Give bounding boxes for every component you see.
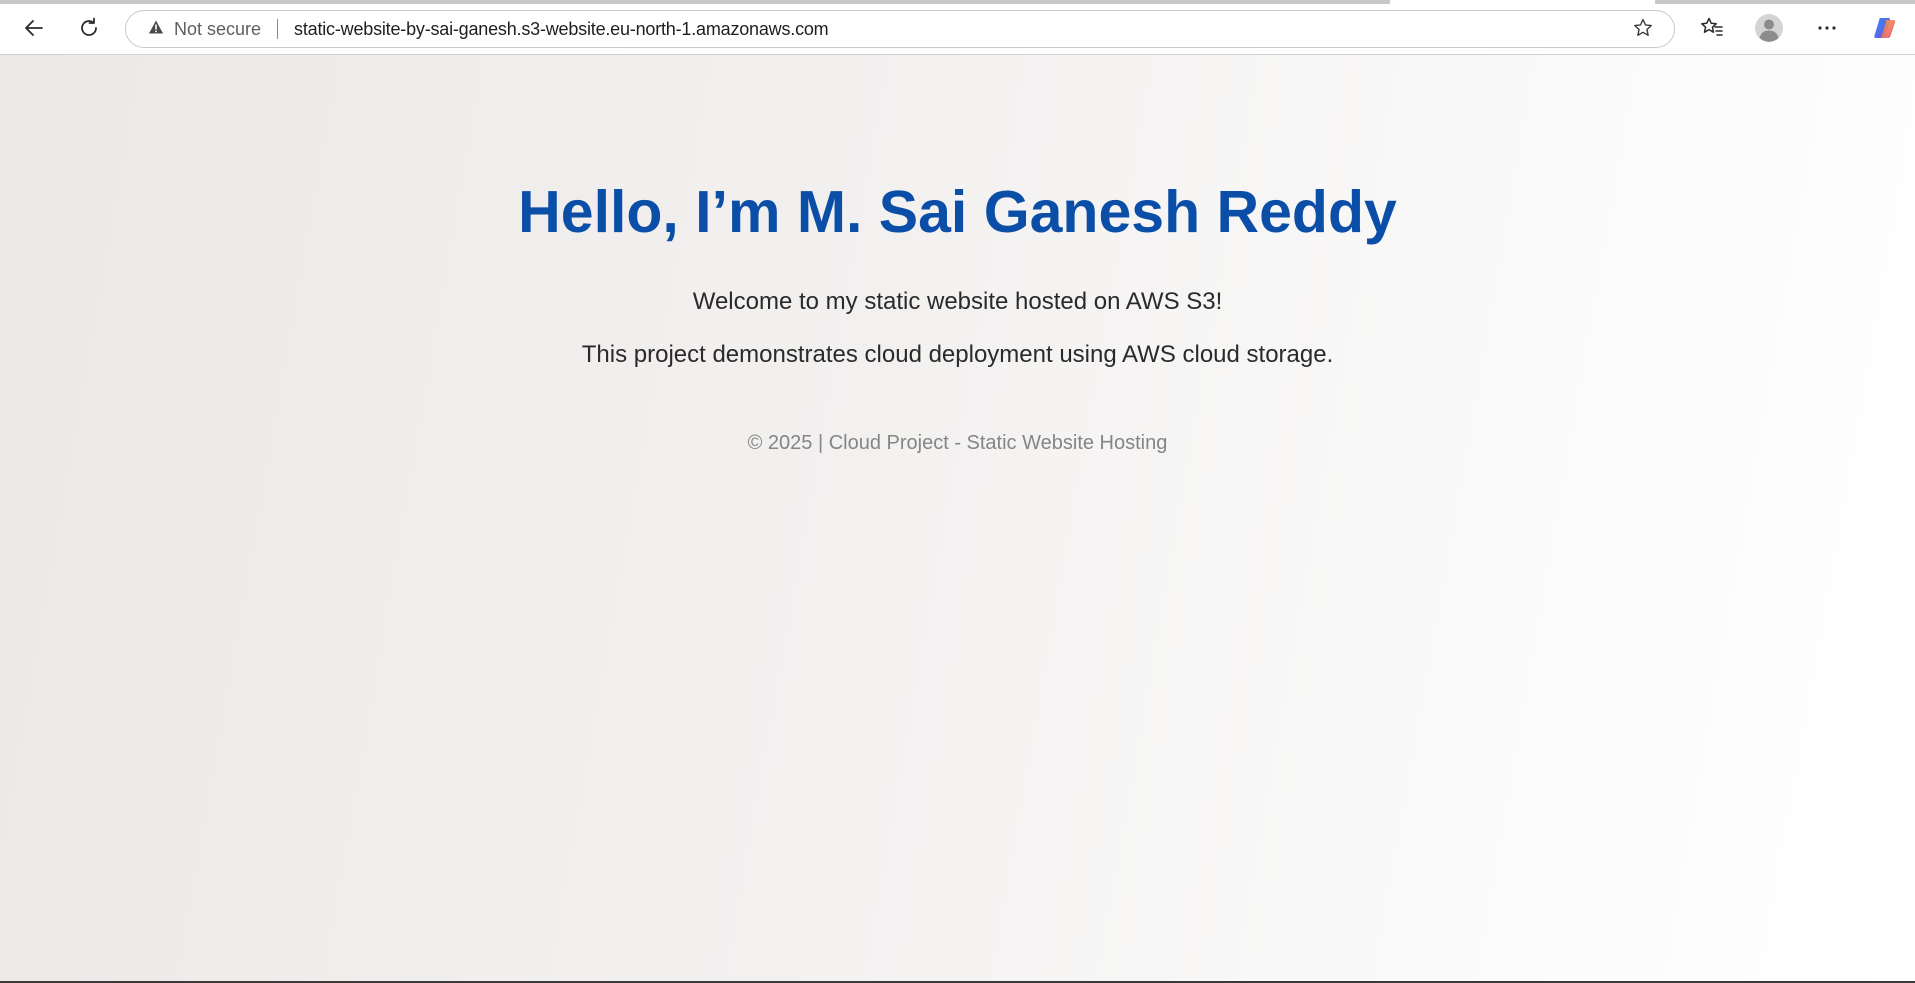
- back-arrow-icon: [22, 16, 46, 40]
- browser-toolbar: Not secure static-website-by-sai-ganesh.…: [0, 0, 1915, 55]
- copilot-icon: [1871, 14, 1899, 42]
- url-text[interactable]: static-website-by-sai-ganesh.s3-website.…: [294, 19, 829, 40]
- address-bar[interactable]: Not secure static-website-by-sai-ganesh.…: [125, 10, 1675, 48]
- address-divider: [277, 19, 279, 39]
- profile-avatar-icon: [1754, 13, 1784, 43]
- star-icon: [1632, 17, 1654, 44]
- page-content: Hello, I’m M. Sai Ganesh Reddy Welcome t…: [0, 55, 1915, 983]
- tab-strip-edge: [0, 0, 1390, 4]
- page-title: Hello, I’m M. Sai Ganesh Reddy: [518, 179, 1397, 245]
- copilot-button[interactable]: [1867, 10, 1903, 46]
- warning-triangle-icon: [148, 19, 164, 40]
- favorites-icon: [1699, 15, 1725, 41]
- profile-button[interactable]: [1751, 10, 1787, 46]
- add-favorite-button[interactable]: [1630, 17, 1656, 43]
- site-info-button[interactable]: Not secure: [148, 11, 261, 47]
- more-dots-icon: [1815, 16, 1839, 40]
- welcome-text: Welcome to my static website hosted on A…: [692, 288, 1223, 315]
- favorites-button[interactable]: [1694, 10, 1730, 46]
- tab-strip-edge-right: [1655, 0, 1915, 4]
- refresh-button[interactable]: [71, 10, 107, 46]
- back-button[interactable]: [16, 10, 52, 46]
- security-label: Not secure: [174, 18, 262, 39]
- refresh-icon: [77, 16, 101, 40]
- footer-text: © 2025 | Cloud Project - Static Website …: [747, 432, 1168, 454]
- project-description: This project demonstrates cloud deployme…: [581, 341, 1334, 368]
- settings-menu-button[interactable]: [1809, 10, 1845, 46]
